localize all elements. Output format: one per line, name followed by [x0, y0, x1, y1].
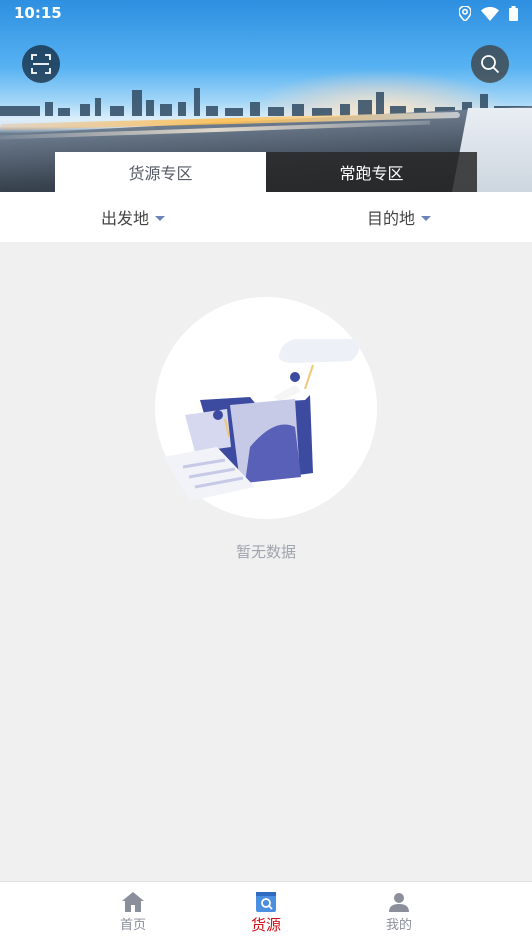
status-bar: 10:15 — [0, 0, 532, 28]
scan-button[interactable] — [22, 45, 60, 83]
tab-frequent-routes[interactable]: 常跑专区 — [266, 152, 477, 192]
destination-filter[interactable]: 目的地 — [266, 192, 532, 242]
destination-filter-label: 目的地 — [366, 209, 415, 228]
wifi-icon — [481, 6, 499, 21]
search-button[interactable] — [471, 45, 509, 83]
tab-cargo-zone[interactable]: 货源专区 — [55, 152, 266, 192]
battery-icon — [509, 6, 518, 21]
scan-icon — [31, 54, 51, 74]
origin-filter-label: 出发地 — [100, 209, 149, 228]
caret-down-icon — [421, 215, 431, 221]
nav-label-cargo: 货源 — [250, 916, 281, 934]
empty-folder-illustration — [163, 338, 360, 501]
filter-bar: 出发地 目的地 — [0, 192, 532, 242]
zone-tabs: 货源专区 常跑专区 — [55, 152, 477, 192]
nav-item-cargo[interactable]: 货源 — [200, 882, 333, 944]
empty-state-message: 暂无数据 — [235, 543, 296, 561]
nav-item-mine[interactable]: 我的 — [333, 882, 466, 944]
origin-filter[interactable]: 出发地 — [0, 192, 266, 242]
status-icons — [459, 6, 518, 21]
caret-down-icon — [155, 215, 165, 221]
home-icon — [122, 892, 144, 912]
search-icon — [481, 55, 500, 74]
cargo-icon — [256, 892, 276, 912]
status-time: 10:15 — [14, 4, 62, 22]
nav-label-mine: 我的 — [385, 918, 412, 933]
empty-state-illustration — [155, 297, 377, 519]
bottom-navigation: 首页 货源 我的 — [0, 881, 532, 944]
location-icon — [459, 6, 471, 21]
user-icon — [389, 893, 409, 912]
nav-label-home: 首页 — [119, 918, 146, 933]
nav-item-home[interactable]: 首页 — [67, 882, 200, 944]
